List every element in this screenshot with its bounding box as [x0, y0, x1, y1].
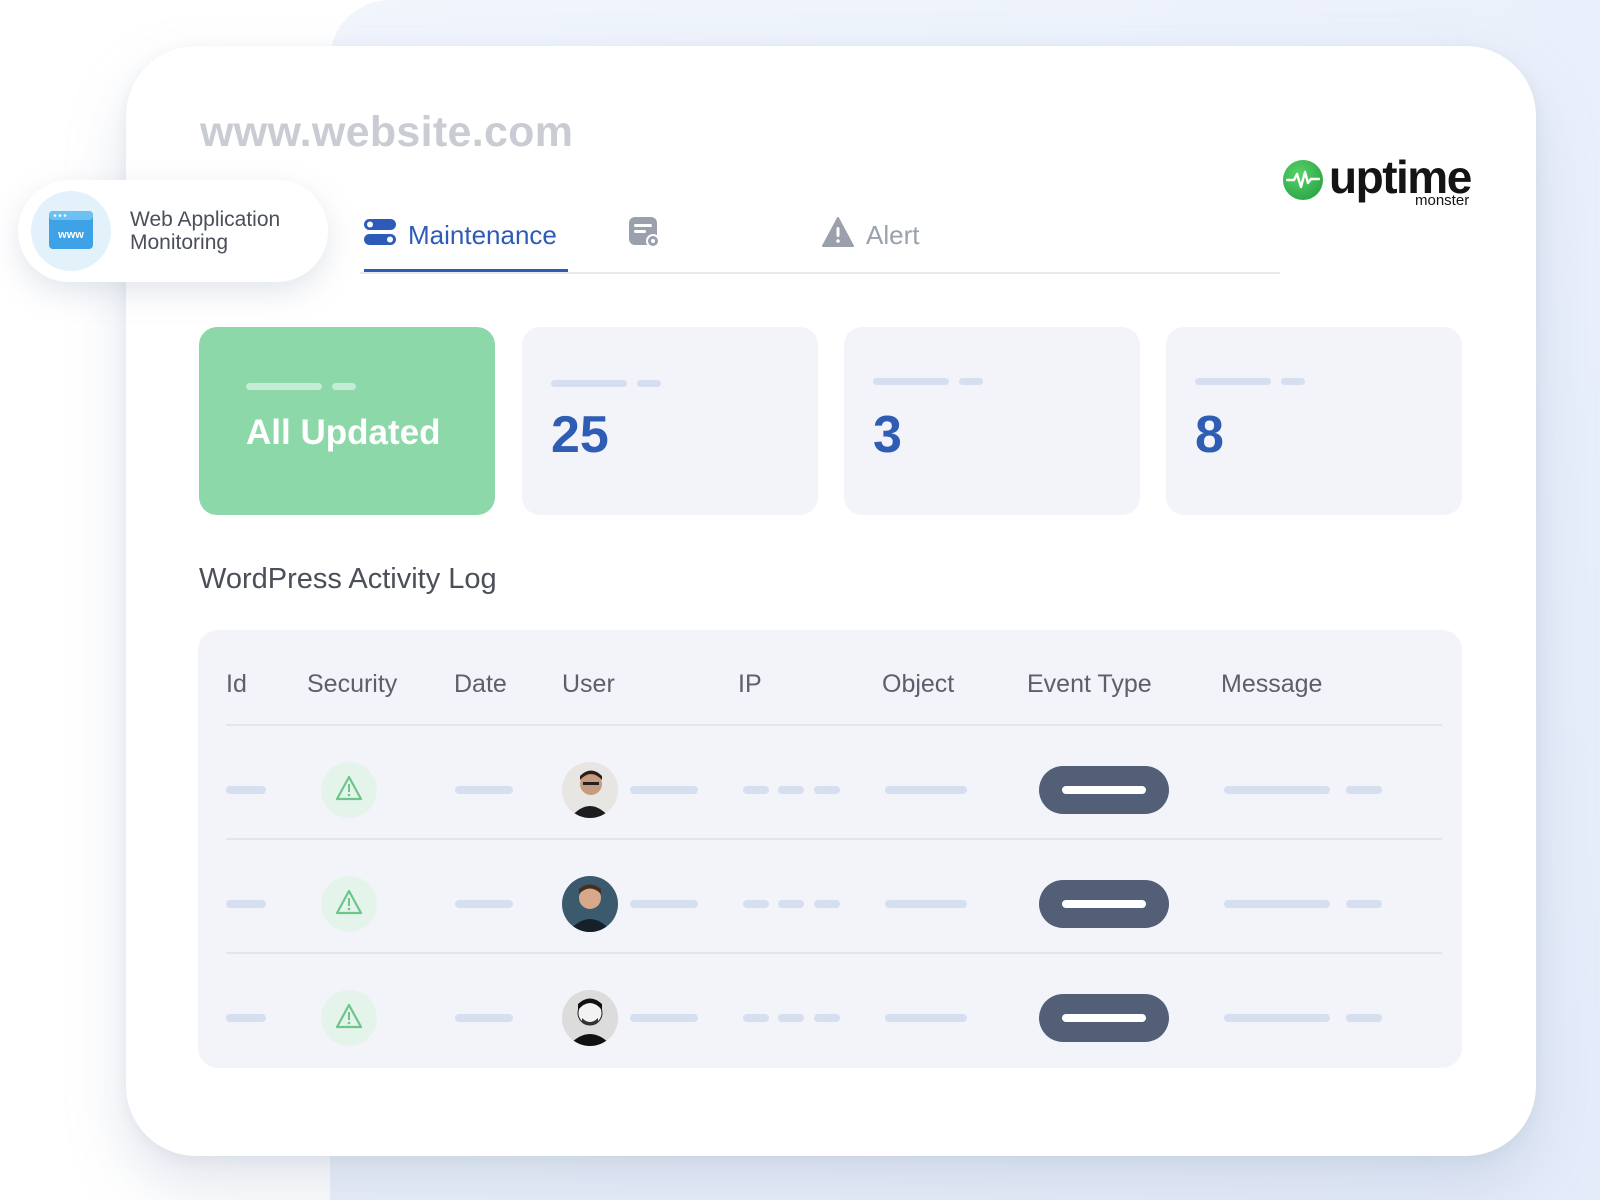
placeholder-bar [959, 378, 983, 385]
placeholder-bar [246, 383, 322, 390]
column-header-message[interactable]: Message [1221, 670, 1322, 699]
column-header-object[interactable]: Object [882, 670, 954, 699]
placeholder-bar [551, 380, 627, 387]
placeholder-bar [743, 900, 769, 908]
table-row[interactable] [198, 954, 1462, 1068]
svg-text:www: www [57, 229, 84, 241]
placeholder-bar [885, 900, 967, 908]
table-row[interactable] [198, 840, 1462, 954]
placeholder-bar [226, 786, 266, 794]
placeholder-bar [637, 380, 661, 387]
placeholder-bar [873, 378, 949, 385]
stat-value: 8 [1195, 406, 1224, 464]
tab-bar: Maintenance Alert [360, 200, 1280, 274]
stat-card[interactable]: 8 [1166, 327, 1462, 515]
placeholder-bar [226, 1014, 266, 1022]
stat-card[interactable]: 3 [844, 327, 1140, 515]
placeholder-bar [1062, 786, 1146, 794]
placeholder-bar [778, 900, 804, 908]
active-tab-indicator [364, 269, 568, 272]
tab-server[interactable] [628, 200, 672, 270]
placeholder-bar [1281, 378, 1305, 385]
pulse-icon [1283, 160, 1323, 200]
user-avatar[interactable] [562, 990, 618, 1046]
placeholder-bar [1346, 1014, 1382, 1022]
placeholder-bar [1224, 1014, 1330, 1022]
placeholder-bar [1062, 900, 1146, 908]
placeholder-bar [778, 1014, 804, 1022]
stat-value: 3 [873, 406, 902, 464]
placeholder-bar [814, 900, 840, 908]
placeholder-bar [814, 786, 840, 794]
badge-label: Web Application Monitoring [130, 208, 281, 254]
stat-card[interactable]: 25 [522, 327, 818, 515]
placeholder-bar [332, 383, 356, 390]
event-type-pill[interactable] [1039, 766, 1169, 814]
user-avatar[interactable] [562, 876, 618, 932]
site-url: www.website.com [200, 108, 574, 156]
warning-icon [321, 990, 377, 1046]
www-browser-icon: www [31, 191, 111, 271]
placeholder-bar [455, 900, 513, 908]
uptime-monster-logo: uptime monster [1283, 150, 1483, 210]
placeholder-bar [455, 1014, 513, 1022]
placeholder-bar [1346, 786, 1382, 794]
placeholder-bar [630, 1014, 698, 1022]
placeholder-bar [226, 900, 266, 908]
column-header-event-type[interactable]: Event Type [1027, 670, 1152, 699]
tab-alert[interactable]: Alert [822, 200, 919, 270]
placeholder-bar [743, 786, 769, 794]
tab-maintenance-label: Maintenance [408, 219, 557, 250]
column-header-security[interactable]: Security [307, 670, 397, 699]
activity-log-table: Id Security Date User IP Object Event Ty… [198, 630, 1462, 1068]
placeholder-bar [630, 786, 698, 794]
column-header-date[interactable]: Date [454, 670, 507, 699]
server-icon [628, 216, 672, 255]
placeholder-bar [814, 1014, 840, 1022]
tab-maintenance[interactable]: Maintenance [364, 200, 568, 272]
placeholder-bar [455, 786, 513, 794]
event-type-pill[interactable] [1039, 994, 1169, 1042]
column-header-user[interactable]: User [562, 670, 615, 699]
placeholder-bar [1062, 1014, 1146, 1022]
stat-card-all-updated[interactable]: All Updated [199, 327, 495, 515]
placeholder-bar [1346, 900, 1382, 908]
event-type-pill[interactable] [1039, 880, 1169, 928]
placeholder-bar [778, 786, 804, 794]
placeholder-bar [885, 786, 967, 794]
stat-value: All Updated [246, 413, 441, 452]
placeholder-bar [630, 900, 698, 908]
stat-value: 25 [551, 406, 609, 464]
toggles-icon [364, 218, 408, 253]
logo-subword: monster [1415, 192, 1470, 209]
placeholder-bar [1224, 786, 1330, 794]
placeholder-bar [885, 1014, 967, 1022]
warning-icon [822, 216, 866, 254]
tab-alert-label: Alert [866, 219, 920, 250]
user-avatar[interactable] [562, 762, 618, 818]
warning-icon [321, 762, 377, 818]
placeholder-bar [1224, 900, 1330, 908]
table-row[interactable] [198, 726, 1462, 840]
column-header-ip[interactable]: IP [738, 670, 762, 699]
column-header-id[interactable]: Id [226, 670, 247, 699]
placeholder-bar [1195, 378, 1271, 385]
placeholder-bar [743, 1014, 769, 1022]
warning-icon [321, 876, 377, 932]
web-app-monitoring-badge: www Web Application Monitoring [18, 180, 328, 282]
activity-log-title: WordPress Activity Log [199, 563, 497, 595]
